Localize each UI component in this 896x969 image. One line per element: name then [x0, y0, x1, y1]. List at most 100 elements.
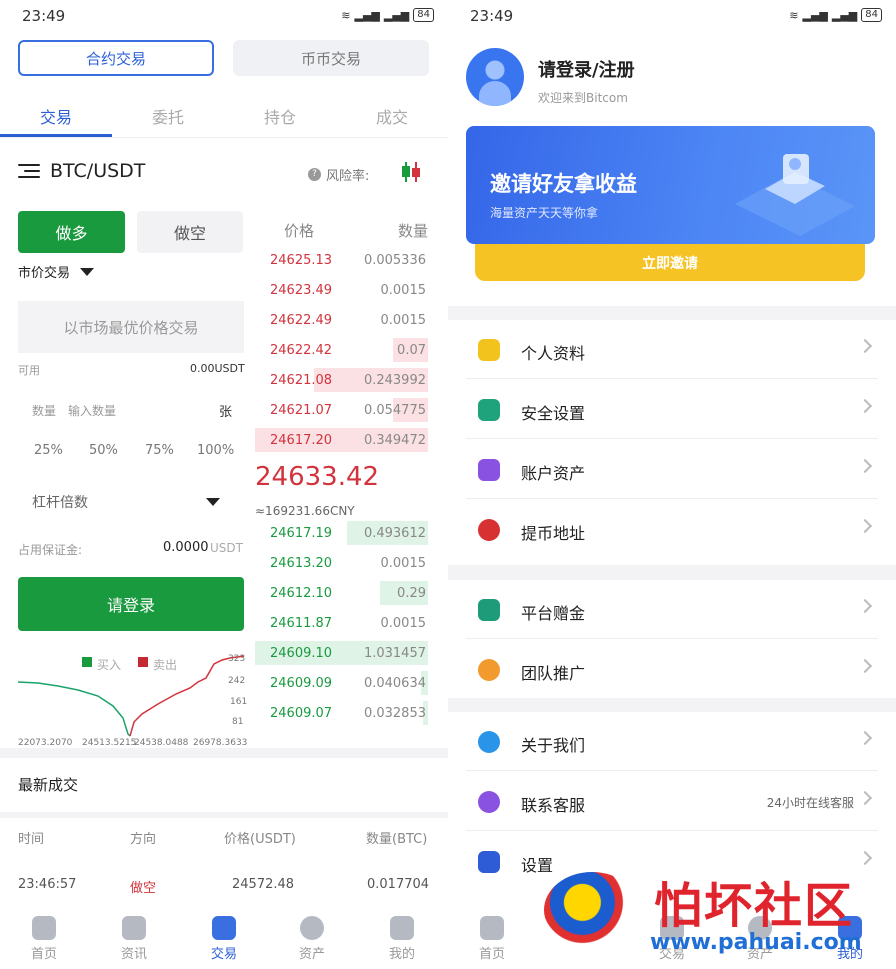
- bid-row[interactable]: 24612.10 0.29: [255, 581, 428, 607]
- nav-label: 首页: [30, 947, 57, 962]
- sell-legend-swatch: [138, 657, 148, 667]
- nav-news[interactable]: 资讯: [104, 912, 164, 962]
- leverage-select[interactable]: 杠杆倍数: [32, 492, 88, 512]
- login-button[interactable]: 请登录: [18, 577, 244, 631]
- ask-price: 24625.13: [270, 253, 333, 268]
- menu-item-label: 团队推广: [521, 664, 586, 683]
- available-label: 可用: [18, 364, 40, 377]
- pct-75-button[interactable]: 75%: [145, 443, 174, 458]
- invite-banner[interactable]: 邀请好友拿收益 海量资产天天等你拿: [466, 126, 875, 244]
- bid-row[interactable]: 24609.07 0.032853: [255, 701, 428, 727]
- chevron-right-icon: [857, 790, 873, 806]
- chevron-right-icon: [857, 850, 873, 866]
- ask-row[interactable]: 24617.20 0.349472: [255, 428, 428, 454]
- pct-100-button[interactable]: 100%: [197, 443, 234, 458]
- chevron-right-icon: [857, 598, 873, 614]
- candlestick-icon[interactable]: [400, 160, 422, 184]
- tab-orders[interactable]: 委托: [112, 104, 224, 128]
- depth-x-tick: 26978.3633: [193, 738, 248, 748]
- latest-trades-title: 最新成交: [18, 776, 79, 794]
- menu-group-rewards: 平台赠金团队推广: [448, 580, 896, 698]
- status-icons: ≋ ▂▄▆ ▂▄▆ 84: [341, 8, 434, 22]
- ask-qty: 0.054775: [363, 403, 426, 418]
- order-type-select[interactable]: 市价交易: [18, 262, 95, 281]
- bid-row[interactable]: 24609.10 1.031457: [255, 641, 428, 667]
- depth-chart: [18, 655, 245, 737]
- contract-trade-button[interactable]: 合约交易: [18, 40, 214, 76]
- menu-item-tether[interactable]: 平台赠金: [466, 580, 878, 639]
- bid-qty: 0.0015: [380, 616, 427, 631]
- menu-item-subtext: 24小时在线客服: [766, 796, 854, 810]
- bid-row[interactable]: 24617.19 0.493612: [255, 521, 428, 547]
- chevron-right-icon: [857, 458, 873, 474]
- nav-assets[interactable]: 资产: [282, 912, 342, 962]
- short-button[interactable]: 做空: [137, 211, 243, 253]
- quantity-label: 数量: [32, 404, 57, 418]
- user-icon: [390, 916, 414, 940]
- login-register-link[interactable]: 请登录/注册: [538, 56, 635, 82]
- invite-now-button[interactable]: 立即邀请: [475, 244, 865, 281]
- bid-qty: 0.0015: [380, 556, 427, 571]
- ask-row[interactable]: 24622.49 0.0015: [255, 308, 428, 334]
- ask-row[interactable]: 24625.13 0.005336: [255, 248, 428, 274]
- menu-item-shield[interactable]: 安全设置: [466, 380, 878, 439]
- tab-positions[interactable]: 持仓: [224, 104, 336, 128]
- bid-price: 24613.20: [270, 556, 333, 571]
- spot-trade-button[interactable]: 币币交易: [233, 40, 429, 76]
- nav-trade[interactable]: 交易: [194, 912, 254, 962]
- menu-item-headset[interactable]: 联系客服 24小时在线客服: [466, 772, 878, 831]
- avatar[interactable]: [466, 48, 524, 106]
- long-button[interactable]: 做多: [18, 211, 125, 253]
- ask-row[interactable]: 24622.42 0.07: [255, 338, 428, 364]
- news-icon: [122, 916, 146, 940]
- status-bar: 23:49 ≋ ▂▄▆ ▂▄▆ 84: [0, 0, 448, 32]
- menu-item-team[interactable]: 团队推广: [466, 640, 878, 699]
- risk-rate[interactable]: ? 风险率:: [308, 165, 369, 184]
- nav-home[interactable]: 首页: [462, 912, 522, 962]
- tab-trade[interactable]: 交易: [0, 104, 112, 128]
- trade-price: 24572.48: [232, 877, 295, 892]
- menu-item-info[interactable]: 关于我们: [466, 712, 878, 771]
- pct-50-button[interactable]: 50%: [89, 443, 118, 458]
- bid-row[interactable]: 24613.20 0.0015: [255, 551, 428, 577]
- trade-col-price: 价格(USDT): [224, 832, 296, 847]
- trade-time: 23:46:57: [18, 877, 77, 892]
- tab-fills[interactable]: 成交: [336, 104, 448, 128]
- pct-25-button[interactable]: 25%: [34, 443, 63, 458]
- menu-item-person[interactable]: 个人资料: [466, 320, 878, 379]
- ask-price: 24621.07: [270, 403, 333, 418]
- dropdown-icon: [80, 267, 95, 276]
- nav-home[interactable]: 首页: [14, 912, 74, 962]
- nav-label: 首页: [478, 947, 505, 962]
- status-icons: ≋ ▂▄▆ ▂▄▆ 84: [789, 8, 882, 22]
- ask-depth-line: [129, 655, 245, 737]
- menu-item-wallet[interactable]: 账户资产: [466, 440, 878, 499]
- ask-row[interactable]: 24621.07 0.054775: [255, 398, 428, 424]
- trade-qty: 0.017704: [367, 877, 430, 892]
- location-pin-icon: [478, 519, 500, 541]
- tether-icon: [478, 599, 500, 621]
- pair-selector[interactable]: BTC/USDT: [18, 160, 145, 182]
- menu-item-label: 提币地址: [521, 524, 586, 543]
- bid-row[interactable]: 24611.87 0.0015: [255, 611, 428, 637]
- ask-price: 24617.20: [270, 433, 333, 448]
- margin-unit: USDT: [210, 541, 243, 555]
- bid-row[interactable]: 24609.09 0.040634: [255, 671, 428, 697]
- menu-item-location-pin[interactable]: 提币地址: [466, 500, 878, 559]
- menu-item-label: 安全设置: [521, 404, 586, 423]
- depth-x-tick: 24513.5215: [82, 738, 137, 748]
- ask-price: 24622.49: [270, 313, 333, 328]
- depth-x-tick: 24538.0488: [134, 738, 189, 748]
- depth-legend-sell: 卖出: [153, 658, 178, 672]
- leverage-dropdown-icon[interactable]: [206, 498, 220, 506]
- trade-screen: 23:49 ≋ ▂▄▆ ▂▄▆ 84 合约交易 币币交易 交易 委托 持仓 成交 BT…: [0, 0, 448, 969]
- available-value: 0.00USDT: [190, 362, 245, 375]
- ask-row[interactable]: 24621.08 0.243992: [255, 368, 428, 394]
- status-time: 23:49: [22, 7, 66, 25]
- battery-icon: 84: [861, 8, 882, 22]
- quantity-input[interactable]: 输入数量: [68, 402, 208, 419]
- last-price: 24633.42: [255, 462, 380, 492]
- ask-row[interactable]: 24623.49 0.0015: [255, 278, 428, 304]
- price-input[interactable]: 以市场最优价格交易: [18, 301, 244, 353]
- nav-mine[interactable]: 我的: [372, 912, 432, 962]
